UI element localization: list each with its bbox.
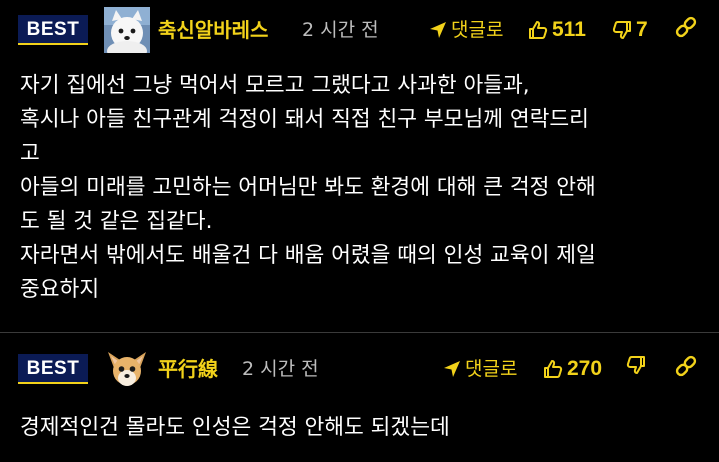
reply-label: 댓글로	[451, 19, 504, 41]
username[interactable]: 축신알바레스	[158, 16, 268, 44]
dislike-button[interactable]: 7	[612, 16, 648, 44]
avatar[interactable]	[104, 346, 150, 392]
comment-line: 중요하지	[20, 277, 100, 302]
comment-line: 자기 집에선 그냥 먹어서 모르고 그랬다고 사과한 아들과,	[20, 73, 530, 98]
comment: BEST 축신알바레스 2 시간 전 댓글로 511 7 자기 집에선 그냥 먹…	[0, 0, 719, 332]
comment-line: 경제적인건 몰라도 인성은 걱정 안해도 되겠는데	[20, 415, 450, 440]
thumbs-down-icon	[626, 355, 646, 375]
send-arrow-icon	[429, 21, 447, 39]
white-dog-avatar	[104, 7, 150, 53]
reply-button[interactable]: 댓글로	[443, 355, 517, 383]
reply-label: 댓글로	[465, 358, 518, 380]
comment-line: 고	[20, 141, 40, 166]
best-badge: BEST	[18, 15, 88, 45]
username[interactable]: 平行線	[158, 355, 218, 383]
thumbs-up-icon	[528, 20, 548, 40]
reply-button[interactable]: 댓글로	[429, 16, 503, 44]
link-button[interactable]	[675, 16, 697, 38]
like-count: 270	[567, 357, 603, 380]
thumbs-down-icon	[612, 20, 632, 40]
comment-line: 아들의 미래를 고민하는 어머님만 봐도 환경에 대해 큰 걱정 안해	[20, 175, 596, 200]
comment-line: 혹시나 아들 친구관계 걱정이 돼서 직접 친구 부모님께 연락드리	[20, 107, 589, 132]
timestamp: 2 시간 전	[302, 19, 379, 41]
comment: BEST 平行線 2 시간 전 댓글로 270 경제적인건 몰라도 인성은 걱정…	[0, 333, 719, 462]
comment-body: 자기 집에선 그냥 먹어서 모르고 그랬다고 사과한 아들과, 혹시나 아들 친…	[20, 69, 596, 307]
thumbs-up-icon	[543, 359, 563, 379]
comment-body: 경제적인건 몰라도 인성은 걱정 안해도 되겠는데	[20, 411, 450, 445]
like-button[interactable]: 511	[528, 16, 586, 44]
link-icon	[675, 355, 697, 377]
dislike-count: 7	[636, 18, 648, 41]
link-button[interactable]	[675, 355, 697, 377]
dislike-button[interactable]	[626, 355, 650, 375]
comment-line: 도 될 것 같은 집같다.	[20, 209, 213, 234]
like-button[interactable]: 270	[543, 355, 602, 383]
like-count: 511	[552, 18, 586, 41]
avatar[interactable]	[104, 7, 150, 53]
send-arrow-icon	[443, 360, 461, 378]
comment-header: BEST 平行線 2 시간 전 댓글로 270	[0, 333, 719, 393]
timestamp: 2 시간 전	[242, 358, 319, 380]
comment-header: BEST 축신알바레스 2 시간 전 댓글로 511 7	[0, 0, 719, 60]
chihuahua-avatar	[104, 346, 150, 392]
comment-line: 자라면서 밖에서도 배울건 다 배움 어렸을 때의 인성 교육이 제일	[20, 243, 596, 268]
link-icon	[675, 16, 697, 38]
best-badge: BEST	[18, 354, 88, 384]
